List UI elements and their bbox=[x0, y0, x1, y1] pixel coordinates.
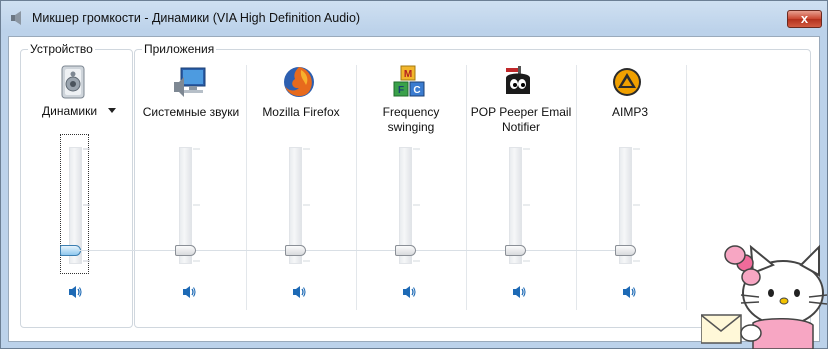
app-label-aimp3: AIMP3 bbox=[611, 105, 648, 119]
aimp3-volume-slider-thumb[interactable] bbox=[615, 245, 636, 256]
window-title: Микшер громкости - Динамики (VIA High De… bbox=[32, 11, 361, 25]
title-bar[interactable]: Микшер громкости - Динамики (VIA High De… bbox=[1, 1, 827, 35]
svg-text:M: M bbox=[404, 69, 412, 80]
speaker-app-icon bbox=[11, 11, 21, 25]
volume-mixer-window: Микшер громкости - Динамики (VIA High De… bbox=[0, 0, 828, 349]
slider-link-line bbox=[79, 250, 625, 251]
device-mute-speaker-icon[interactable] bbox=[68, 285, 82, 299]
firefox-volume-slider-thumb[interactable] bbox=[285, 245, 306, 256]
column-separator bbox=[356, 65, 357, 310]
svg-text:C: C bbox=[413, 85, 420, 96]
frequency-swinging-icon: M F C bbox=[393, 65, 425, 97]
frequency-swinging-volume-slider-thumb[interactable] bbox=[395, 245, 416, 256]
device-name[interactable]: Динамики bbox=[42, 104, 97, 118]
system-sounds-mute-speaker-icon[interactable] bbox=[182, 285, 196, 299]
device-slider-ticks bbox=[83, 148, 90, 262]
hello-kitty-mascot-icon bbox=[701, 244, 828, 349]
app-label-system-sounds: Системные звуки bbox=[142, 105, 240, 119]
pop-peeper-mute-speaker-icon[interactable] bbox=[512, 285, 526, 299]
svg-text:F: F bbox=[398, 85, 404, 96]
pop-peeper-icon bbox=[506, 66, 530, 94]
app-label-frequency-swinging: Frequency swinging bbox=[382, 105, 440, 134]
device-volume-slider-thumb[interactable] bbox=[60, 245, 81, 256]
app-label-firefox: Mozilla Firefox bbox=[262, 105, 340, 119]
frequency-swinging-mute-speaker-icon[interactable] bbox=[402, 285, 416, 299]
column-separator bbox=[686, 65, 687, 310]
close-button[interactable]: x bbox=[787, 10, 822, 28]
aimp3-icon bbox=[613, 68, 641, 96]
system-sounds-icon bbox=[174, 67, 206, 97]
firefox-mute-speaker-icon[interactable] bbox=[292, 285, 306, 299]
column-separator bbox=[466, 65, 467, 310]
chevron-down-icon[interactable] bbox=[108, 108, 116, 113]
aimp3-mute-speaker-icon[interactable] bbox=[622, 285, 636, 299]
mixer-client-area: Устройство Динамики Приложения Системные… bbox=[8, 36, 820, 342]
column-separator bbox=[246, 65, 247, 310]
pop-peeper-volume-slider-thumb[interactable] bbox=[505, 245, 526, 256]
column-separator bbox=[576, 65, 577, 310]
speaker-device-icon bbox=[61, 65, 85, 99]
system-sounds-volume-slider-thumb[interactable] bbox=[175, 245, 196, 256]
app-label-pop-peeper: POP Peeper Email Notifier bbox=[470, 105, 572, 134]
applications-group-label: Приложения bbox=[142, 42, 217, 56]
firefox-icon bbox=[284, 67, 314, 97]
device-group-label: Устройство bbox=[28, 42, 95, 56]
